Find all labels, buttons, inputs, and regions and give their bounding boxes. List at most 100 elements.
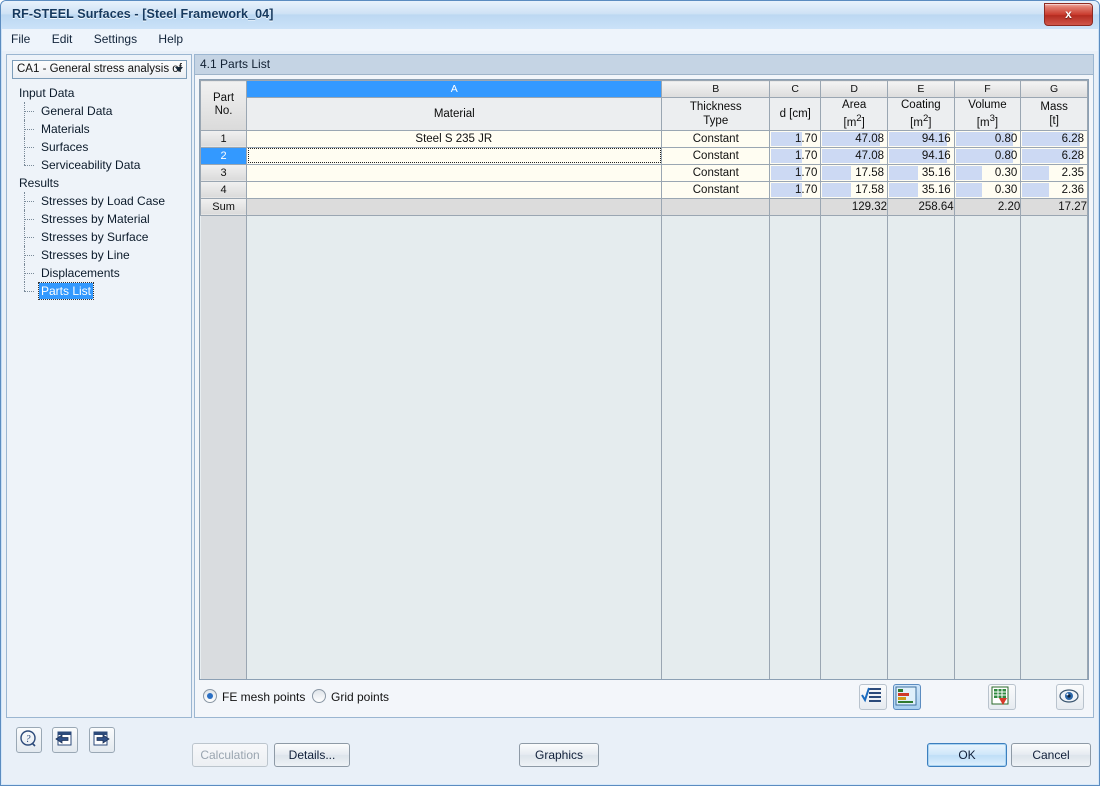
row-number[interactable]: 1 bbox=[200, 129, 248, 148]
column-title-row: Material Thickness Type d [cm] Area [m2]… bbox=[201, 97, 1088, 131]
details-button[interactable]: Details... bbox=[274, 743, 350, 767]
cell-material[interactable] bbox=[246, 146, 663, 165]
cell-thickness-type[interactable]: Constant bbox=[661, 163, 771, 182]
cell-thickness-type[interactable]: Constant bbox=[661, 129, 771, 148]
sum-thickness-type bbox=[661, 197, 771, 216]
sidebar-item-stresses-by-load-case[interactable]: Stresses by Load Case bbox=[13, 192, 188, 210]
tree-group-input-data[interactable]: Input Data bbox=[13, 84, 188, 102]
tree-item-label: Serviceability Data bbox=[41, 158, 141, 172]
tree-group-results[interactable]: Results bbox=[13, 174, 188, 192]
cell-material[interactable] bbox=[246, 180, 663, 199]
empty-grid-area[interactable] bbox=[200, 214, 1088, 679]
footer-bar: Calculation Details... Graphics OK Cance… bbox=[6, 738, 1094, 778]
empty-cell bbox=[246, 214, 663, 679]
cell-mass[interactable]: 2.35 bbox=[1020, 163, 1088, 182]
sidebar-item-displacements[interactable]: Displacements bbox=[13, 264, 188, 282]
header-volume: Volume [m3] bbox=[953, 97, 1022, 131]
sum-coating: 258.64 bbox=[887, 197, 955, 216]
radio-grid-points[interactable]: Grid points bbox=[312, 689, 389, 704]
graphics-button[interactable]: Graphics bbox=[519, 743, 599, 767]
header-mass-line1: Mass bbox=[1040, 100, 1068, 113]
cell-thickness-type[interactable]: Constant bbox=[661, 180, 771, 199]
header-mass-line2: [t] bbox=[1049, 114, 1059, 127]
sidebar-item-general-data[interactable]: General Data bbox=[13, 102, 188, 120]
sidebar-item-serviceability-data[interactable]: Serviceability Data bbox=[13, 156, 188, 174]
parts-list-table-wrapper[interactable]: Part No. A B C D E F G Material Thicknes… bbox=[199, 79, 1089, 680]
cell-volume[interactable]: 0.80 bbox=[953, 129, 1022, 148]
cell-area[interactable]: 47.08 bbox=[820, 146, 888, 165]
empty-cell bbox=[1020, 214, 1088, 679]
cell-volume[interactable]: 0.30 bbox=[953, 180, 1022, 199]
ok-button[interactable]: OK bbox=[927, 743, 1007, 767]
cell-d[interactable]: 1.70 bbox=[769, 129, 822, 148]
cell-coating[interactable]: 94.16 bbox=[887, 129, 955, 148]
check-list-button[interactable] bbox=[859, 684, 887, 710]
sidebar-item-stresses-by-line[interactable]: Stresses by Line bbox=[13, 246, 188, 264]
cell-area[interactable]: 17.58 bbox=[820, 180, 888, 199]
header-d-line2: d [cm] bbox=[779, 107, 811, 120]
cell-d[interactable]: 1.70 bbox=[769, 163, 822, 182]
title-bar: RF-STEEL Surfaces - [Steel Framework_04]… bbox=[1, 1, 1099, 29]
menu-item-settings[interactable]: Settings bbox=[85, 29, 146, 50]
table-row[interactable]: 1 Steel S 235 JR Constant 1.70 47.08 94.… bbox=[200, 129, 1088, 148]
table-row[interactable]: 2 Constant 1.70 47.08 94.16 0.80 6.28 bbox=[200, 146, 1088, 165]
chevron-down-icon bbox=[175, 67, 183, 72]
sidebar-item-surfaces[interactable]: Surfaces bbox=[13, 138, 188, 156]
column-header-e[interactable]: E bbox=[887, 80, 955, 98]
empty-cell bbox=[820, 214, 888, 679]
row-number[interactable]: 3 bbox=[200, 163, 248, 182]
view-button[interactable] bbox=[1056, 684, 1084, 710]
column-header-c[interactable]: C bbox=[769, 80, 822, 98]
table-row[interactable]: 4 Constant 1.70 17.58 35.16 0.30 2.36 bbox=[200, 180, 1088, 199]
calculation-button[interactable]: Calculation bbox=[192, 743, 268, 767]
menu-item-help[interactable]: Help bbox=[149, 29, 192, 50]
close-icon[interactable]: x bbox=[1044, 3, 1093, 26]
cell-thickness-type[interactable]: Constant bbox=[661, 146, 771, 165]
cell-area[interactable]: 47.08 bbox=[820, 129, 888, 148]
menu-bar: File Edit Settings Help bbox=[2, 29, 1098, 52]
sidebar-item-parts-list[interactable]: Parts List bbox=[13, 282, 188, 300]
export-excel-button[interactable] bbox=[988, 684, 1016, 710]
row-number[interactable]: 4 bbox=[200, 180, 248, 199]
cell-d[interactable]: 1.70 bbox=[769, 180, 822, 199]
content-panel: 4.1 Parts List Part No. A B C D E F G Ma… bbox=[194, 54, 1094, 718]
cell-area[interactable]: 17.58 bbox=[820, 163, 888, 182]
analysis-case-dropdown[interactable]: CA1 - General stress analysis of bbox=[12, 60, 187, 79]
column-header-a[interactable]: A bbox=[246, 80, 663, 98]
cell-mass[interactable]: 2.36 bbox=[1020, 180, 1088, 199]
sidebar-item-materials[interactable]: Materials bbox=[13, 120, 188, 138]
cell-coating[interactable]: 35.16 bbox=[887, 163, 955, 182]
tree-item-label: Parts List bbox=[37, 282, 95, 300]
header-thickness-line1: Thickness bbox=[689, 100, 742, 113]
cell-volume[interactable]: 0.30 bbox=[953, 163, 1022, 182]
navigation-panel: CA1 - General stress analysis of Input D… bbox=[6, 54, 192, 718]
tree-item-label: Materials bbox=[41, 122, 90, 136]
row-number[interactable]: 2 bbox=[200, 146, 248, 165]
cell-volume[interactable]: 0.80 bbox=[953, 146, 1022, 165]
column-header-b[interactable]: B bbox=[661, 80, 771, 98]
cell-d[interactable]: 1.70 bbox=[769, 146, 822, 165]
header-material-line2: Material bbox=[433, 107, 475, 120]
cell-mass[interactable]: 6.28 bbox=[1020, 129, 1088, 148]
cell-coating[interactable]: 94.16 bbox=[887, 146, 955, 165]
menu-item-file[interactable]: File bbox=[2, 29, 39, 50]
cell-mass[interactable]: 6.28 bbox=[1020, 146, 1088, 165]
column-header-d[interactable]: D bbox=[820, 80, 888, 98]
sidebar-item-stresses-by-surface[interactable]: Stresses by Surface bbox=[13, 228, 188, 246]
cancel-button[interactable]: Cancel bbox=[1011, 743, 1091, 767]
menu-item-edit[interactable]: Edit bbox=[43, 29, 82, 50]
color-bars-button[interactable] bbox=[893, 684, 921, 710]
table-row[interactable]: 3 Constant 1.70 17.58 35.16 0.30 2.35 bbox=[200, 163, 1088, 182]
header-area: Area [m2] bbox=[820, 97, 888, 131]
header-area-line1: Area bbox=[842, 99, 867, 111]
sidebar-item-stresses-by-material[interactable]: Stresses by Material bbox=[13, 210, 188, 228]
radio-fe-mesh-points[interactable]: FE mesh points bbox=[203, 689, 305, 704]
radio-fe-label: FE mesh points bbox=[222, 690, 306, 704]
cell-coating[interactable]: 35.16 bbox=[887, 180, 955, 199]
column-header-g[interactable]: G bbox=[1020, 80, 1088, 98]
cell-material[interactable]: Steel S 235 JR bbox=[246, 129, 663, 148]
cell-material[interactable] bbox=[246, 163, 663, 182]
sum-volume: 2.20 bbox=[953, 197, 1022, 216]
main-body: CA1 - General stress analysis of Input D… bbox=[2, 51, 1098, 784]
column-header-f[interactable]: F bbox=[953, 80, 1022, 98]
